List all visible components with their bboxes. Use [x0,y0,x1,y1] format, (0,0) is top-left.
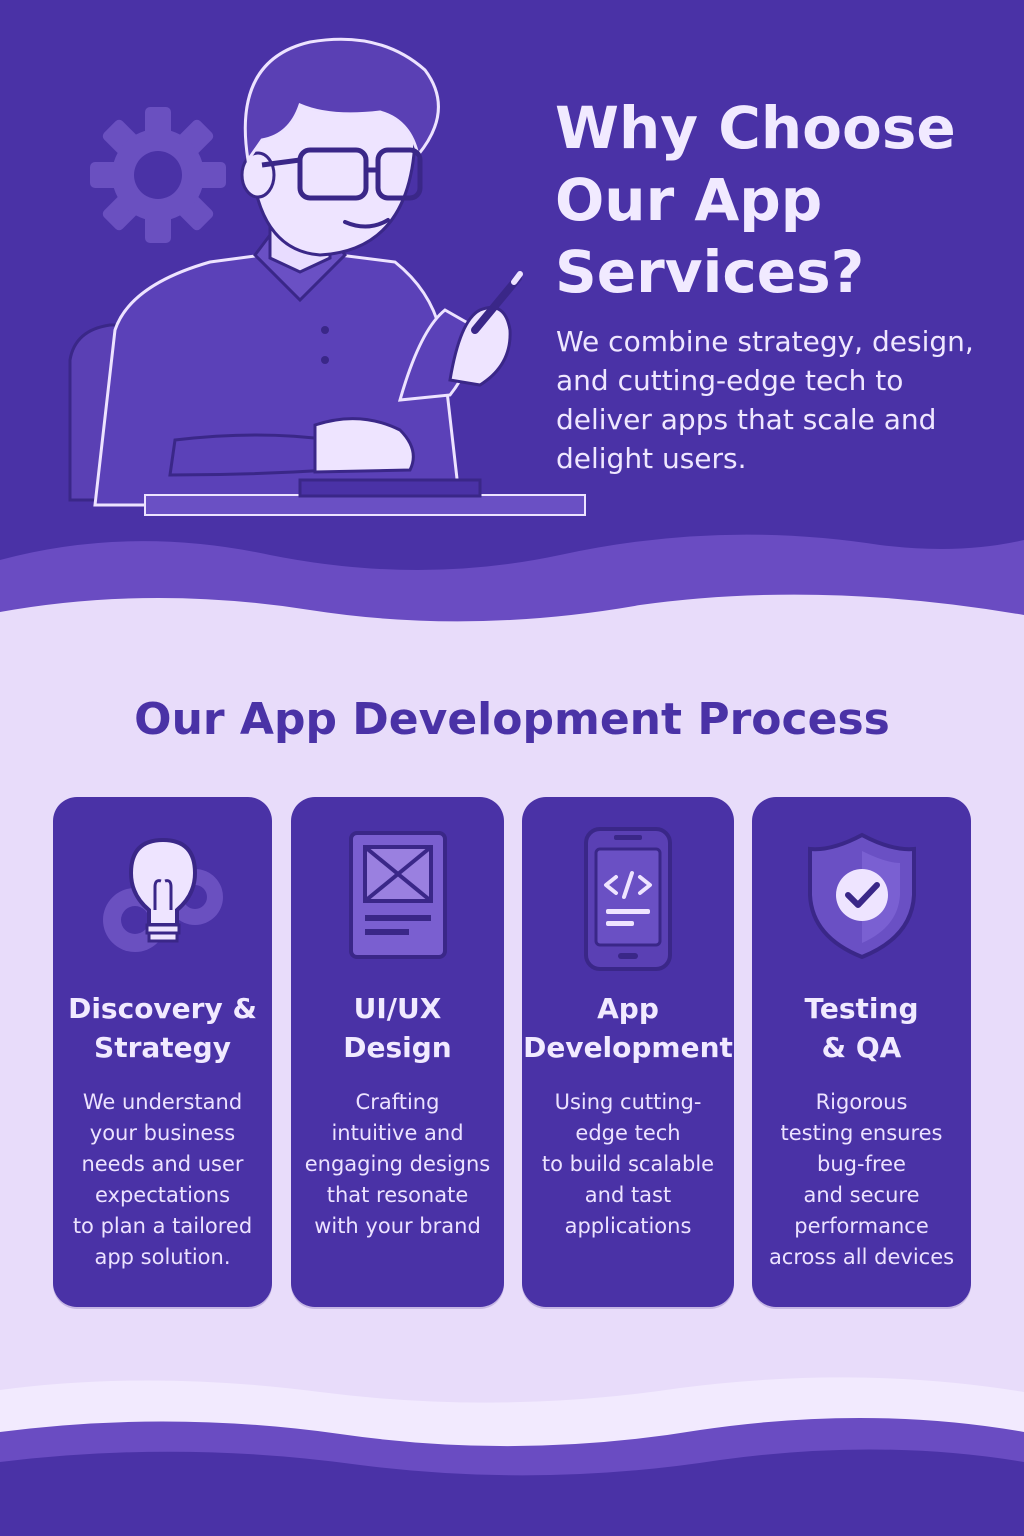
process-card-testing: Testing & QA Rigorous testing ensures bu… [752,797,971,1307]
gear-icon [90,107,226,243]
step-title: App Development [523,992,733,1064]
process-card-uiux: UI/UX Design Crafting intuitive and enga… [291,797,504,1307]
lightbulb-gear-icon [102,837,223,952]
wireframe-icon [348,831,447,959]
step-title: Testing & QA [804,992,919,1064]
process-card-discovery: Discovery & Strategy We understand your … [53,797,272,1307]
step-description: Using cutting- edge tech to build scalab… [541,1090,715,1238]
step-title: Discovery & Strategy [68,992,257,1064]
process-card-development: App Development Using cutting- edge tech… [522,797,734,1307]
desk-shape [144,494,586,516]
section-title: Our App Development Process [134,694,890,745]
shield-check-icon [807,832,916,960]
hero-title: Why Choose Our App Services? [555,94,956,306]
phone-code-icon [584,827,672,971]
bottom-waves [0,1377,1024,1536]
step-description: Rigorous testing ensures bug-free and se… [768,1090,955,1269]
step-description: Crafting intuitive and engaging designs … [304,1090,491,1238]
hero-description: We combine strategy, design, and cutting… [556,325,974,475]
step-title: UI/UX Design [343,992,452,1064]
step-description: We understand your business needs and us… [72,1090,253,1269]
hero-section: Why Choose Our App Services? We combine … [0,0,1024,650]
